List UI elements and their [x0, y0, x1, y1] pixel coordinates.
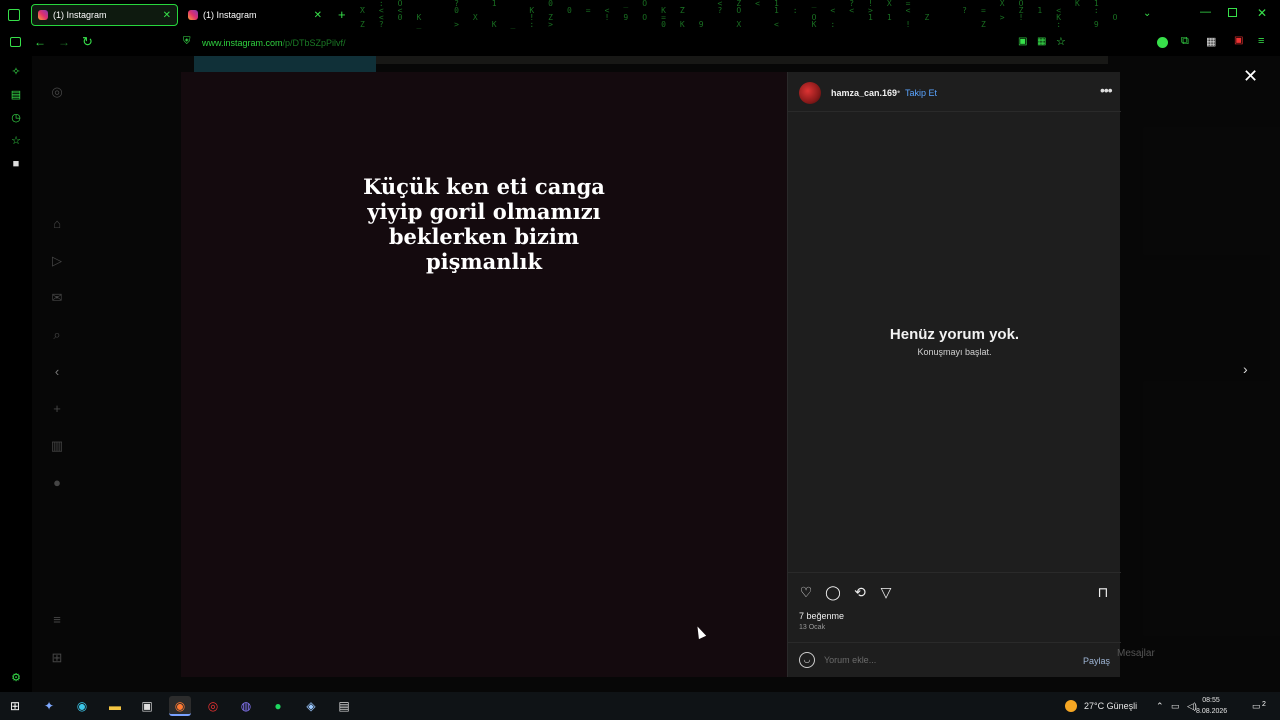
- comment-bubble-icon[interactable]: ◯: [824, 583, 842, 601]
- post-date: 13 Ocak: [799, 624, 825, 631]
- app-icon[interactable]: ◎: [202, 696, 224, 716]
- messages-dock-label[interactable]: Mesajlar: [1117, 648, 1155, 659]
- bookmark-star-icon[interactable]: ☆: [1056, 35, 1066, 48]
- next-post-icon[interactable]: ›: [1243, 361, 1248, 377]
- store-icon[interactable]: ▣: [136, 696, 158, 716]
- star-icon[interactable]: ☆: [10, 135, 22, 147]
- forward-icon[interactable]: →: [58, 35, 70, 49]
- clock-date: 8.08.2026: [1196, 706, 1226, 717]
- extensions-puzzle-icon[interactable]: ⧉: [1181, 35, 1189, 48]
- repost-icon[interactable]: ⟲: [851, 583, 869, 601]
- instagram-page: ◎ ⌂ ▷ ✉ ⌕ ‹ + ▥ ● ≡ ⊞ Küçük ken eti cang…: [32, 56, 1280, 692]
- sidebar-toggle-icon[interactable]: [8, 9, 20, 21]
- no-comments-subtitle: Konuşmayı başlat.: [788, 347, 1121, 357]
- weather-icon[interactable]: [1065, 700, 1077, 712]
- close-tab-icon[interactable]: ✕: [314, 10, 322, 21]
- post-caption-overlay: Küçük ken eti canga yiyip goril olmamızı…: [181, 174, 787, 274]
- url-path: /p/DTbSZpPilvf/: [283, 38, 346, 48]
- spotify-icon[interactable]: ●: [267, 696, 289, 716]
- settings-icon[interactable]: ⚙: [10, 672, 22, 684]
- likes-count[interactable]: 7 beğenme: [799, 611, 844, 621]
- maximize-icon[interactable]: [1228, 8, 1237, 17]
- post-comment-button[interactable]: Paylaş: [1083, 656, 1110, 666]
- no-comments-title: Henüz yorum yok.: [788, 326, 1121, 343]
- emoji-icon[interactable]: ◡: [799, 652, 815, 668]
- copilot-icon[interactable]: ✦: [38, 696, 60, 716]
- comment-composer: ◡ Paylaş: [788, 642, 1121, 677]
- matrix-background: _:O ? 1 0 _O _ <Z<1 _ ?!X= XO K1 _ ?09X0…: [360, 0, 1120, 30]
- clock[interactable]: 08:55 8.08.2026: [1196, 695, 1226, 717]
- minimize-icon[interactable]: —: [1200, 6, 1211, 18]
- site-info-icon[interactable]: ⛨: [183, 36, 191, 47]
- close-window-icon[interactable]: ✕: [1257, 6, 1267, 20]
- new-tab-button[interactable]: +: [338, 7, 346, 22]
- apps-icon[interactable]: ▦: [1037, 36, 1046, 47]
- username-link[interactable]: hamza_can.169: [831, 88, 897, 98]
- tray-chevron-icon[interactable]: ⌃: [1156, 692, 1164, 720]
- browser-taskbar-icon[interactable]: ◉: [169, 696, 191, 716]
- notification-count: 2: [1262, 701, 1266, 708]
- instagram-icon: [188, 10, 198, 20]
- tab-label: (1) Instagram: [203, 10, 257, 20]
- url-domain: www.instagram.com: [202, 38, 283, 48]
- tab-label: (1) Instagram: [53, 10, 107, 20]
- clock-icon[interactable]: ◷: [10, 112, 22, 124]
- edge-icon[interactable]: ◉: [71, 696, 93, 716]
- notification-center-icon[interactable]: ▭: [1252, 692, 1261, 720]
- clock-time: 08:55: [1196, 695, 1226, 706]
- extension-icon[interactable]: [1157, 37, 1168, 48]
- discord-icon[interactable]: ◍: [235, 696, 257, 716]
- share-send-icon[interactable]: ▽: [877, 583, 895, 601]
- empty-comments: Henüz yorum yok. Konuşmayı başlat.: [788, 326, 1121, 357]
- like-heart-icon[interactable]: ♡: [797, 583, 815, 601]
- tab-search-icon[interactable]: ⌄: [1143, 8, 1151, 19]
- terminal-icon[interactable]: ▤: [333, 696, 355, 716]
- close-modal-icon[interactable]: ✕: [1243, 66, 1258, 87]
- install-app-icon[interactable]: ▣: [1018, 36, 1027, 47]
- avatar[interactable]: [799, 82, 821, 104]
- workspaces-icon[interactable]: [10, 37, 21, 47]
- tab-instagram-1[interactable]: (1) Instagram ✕: [31, 4, 178, 26]
- save-bookmark-icon[interactable]: ⊓: [1094, 583, 1112, 601]
- caption-text: Küçük ken eti canga yiyip goril olmamızı…: [334, 174, 634, 274]
- game-app-icon[interactable]: ◈: [300, 696, 322, 716]
- follow-button[interactable]: Takip Et: [905, 88, 937, 98]
- ai-sparkle-icon[interactable]: ✧: [10, 66, 22, 78]
- instagram-icon: [38, 10, 48, 20]
- history-icon[interactable]: ▤: [10, 89, 22, 101]
- comment-input[interactable]: [824, 652, 1074, 668]
- post-actions: ♡ ◯ ⟲ ▽ ⊓ 7 beğenme 13 Ocak: [788, 572, 1121, 642]
- menu-icon[interactable]: ≡: [1258, 35, 1264, 47]
- app-shortcut-icon[interactable]: ■: [10, 158, 22, 170]
- split-view-icon[interactable]: ▦: [1206, 35, 1216, 48]
- url-field[interactable]: www.instagram.com/p/DTbSZpPilvf/: [202, 38, 346, 48]
- network-icon[interactable]: ▭: [1171, 692, 1180, 720]
- ellipsis-icon[interactable]: •••: [1100, 82, 1112, 98]
- weather-text[interactable]: 27°C Güneşli: [1084, 692, 1137, 720]
- post-media[interactable]: Küçük ken eti canga yiyip goril olmamızı…: [181, 72, 787, 677]
- notifications-icon[interactable]: ▣: [1234, 35, 1243, 46]
- separator-dot: •: [897, 87, 900, 97]
- background-post-strip: [194, 56, 376, 72]
- close-tab-icon[interactable]: ✕: [163, 10, 171, 21]
- background-post-strip: [376, 56, 1108, 64]
- reload-icon[interactable]: ↻: [82, 34, 93, 50]
- tab-instagram-2[interactable]: (1) Instagram ✕: [182, 4, 328, 26]
- browser-sidebar: ✧ ▤ ◷ ☆ ■ ⚙: [0, 56, 32, 692]
- windows-taskbar: ⊞ ✦ ◉ ▬ ▣ ◉ ◎ ◍ ● ◈ ▤ 27°C Güneşli ⌃ ▭ ◁…: [0, 692, 1280, 720]
- post-detail-panel: hamza_can.169 • Takip Et ••• Henüz yorum…: [787, 72, 1120, 677]
- post-header: hamza_can.169 • Takip Et •••: [788, 72, 1121, 112]
- browser-tab-bar: (1) Instagram ✕ (1) Instagram ✕ + _:O ? …: [0, 0, 1280, 30]
- address-bar-row: ← → ↻ ⛨ www.instagram.com/p/DTbSZpPilvf/…: [0, 30, 1280, 56]
- start-icon[interactable]: ⊞: [4, 696, 26, 716]
- back-icon[interactable]: ←: [34, 35, 46, 49]
- file-explorer-icon[interactable]: ▬: [104, 696, 126, 716]
